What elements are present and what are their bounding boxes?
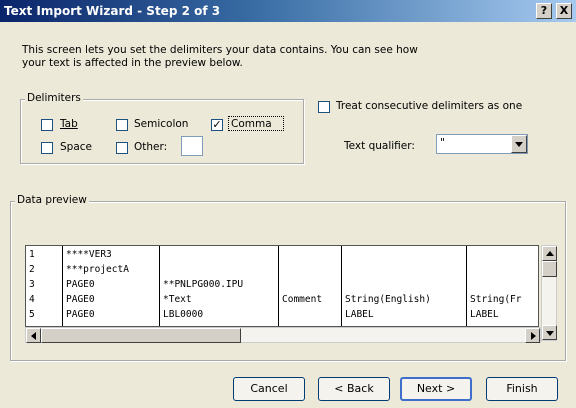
consecutive-checkbox[interactable] bbox=[318, 101, 330, 113]
next-button[interactable]: Next > bbox=[400, 377, 472, 401]
delimiters-group bbox=[20, 99, 304, 164]
semicolon-checkbox[interactable] bbox=[116, 119, 128, 131]
space-checkbox[interactable] bbox=[41, 142, 53, 154]
comma-checkbox[interactable]: ✓ bbox=[211, 119, 223, 131]
preview-cell: 3 bbox=[29, 279, 35, 290]
preview-cell: PAGE0 bbox=[66, 294, 95, 305]
preview-cell: 1 bbox=[29, 249, 35, 260]
dropdown-arrow-icon[interactable] bbox=[511, 135, 527, 153]
text-qualifier-value: " bbox=[440, 136, 446, 149]
scroll-thumb[interactable] bbox=[542, 261, 557, 277]
scroll-right-icon[interactable] bbox=[525, 328, 540, 343]
preview-cell: **PNLPG000.IPU bbox=[163, 279, 244, 290]
other-label[interactable]: Other: bbox=[134, 141, 167, 153]
semicolon-label[interactable]: Semicolon bbox=[134, 118, 188, 130]
preview-cell: LBL0000 bbox=[163, 309, 204, 320]
data-preview-legend: Data preview bbox=[15, 194, 89, 206]
data-preview-table[interactable]: 1 ****VER3 2 ***projectA 3 PAGE0 **PNLPG000.IP… bbox=[25, 245, 539, 327]
scroll-up-icon[interactable] bbox=[542, 246, 557, 261]
close-button[interactable]: X bbox=[556, 3, 572, 19]
scroll-down-icon[interactable] bbox=[542, 325, 557, 340]
preview-cell: 4 bbox=[29, 294, 35, 305]
preview-cell: 5 bbox=[29, 309, 35, 320]
other-checkbox[interactable] bbox=[116, 142, 128, 154]
preview-column-3 bbox=[279, 246, 342, 326]
intro-text: This screen lets you set the delimiters … bbox=[22, 44, 418, 69]
tab-label[interactable]: Tab bbox=[60, 118, 78, 130]
back-button[interactable]: < Back bbox=[318, 377, 390, 401]
horizontal-scroll-thumb[interactable] bbox=[41, 328, 241, 343]
preview-cell: LABEL bbox=[470, 309, 499, 320]
comma-label[interactable]: Comma bbox=[231, 118, 272, 130]
preview-cell: LABEL bbox=[345, 309, 374, 320]
preview-cell: 2 bbox=[29, 264, 35, 275]
preview-horizontal-scrollbar[interactable] bbox=[25, 327, 541, 343]
consecutive-label[interactable]: Treat consecutive delimiters as one bbox=[336, 100, 522, 112]
preview-vertical-scrollbar[interactable] bbox=[541, 245, 557, 341]
delimiters-legend: Delimiters bbox=[25, 92, 83, 104]
preview-cell: Comment bbox=[282, 294, 323, 305]
space-label[interactable]: Space bbox=[60, 141, 92, 153]
other-delimiter-input[interactable] bbox=[181, 136, 203, 156]
preview-cell: ****VER3 bbox=[66, 249, 112, 260]
preview-cell: PAGE0 bbox=[66, 309, 95, 320]
help-button[interactable]: ? bbox=[536, 3, 552, 19]
preview-cell: *Text bbox=[163, 294, 192, 305]
scroll-left-icon[interactable] bbox=[26, 328, 41, 343]
cancel-button[interactable]: Cancel bbox=[233, 377, 305, 401]
window-title: Text Import Wizard - Step 2 of 3 bbox=[4, 4, 221, 18]
finish-button[interactable]: Finish bbox=[486, 377, 558, 401]
tab-checkbox[interactable] bbox=[41, 119, 53, 131]
text-qualifier-label: Text qualifier: bbox=[344, 140, 415, 152]
preview-cell: ***projectA bbox=[66, 264, 129, 275]
preview-cell: String(Fr bbox=[470, 294, 522, 305]
preview-cell: PAGE0 bbox=[66, 279, 95, 290]
preview-cell: String(English) bbox=[345, 294, 431, 305]
